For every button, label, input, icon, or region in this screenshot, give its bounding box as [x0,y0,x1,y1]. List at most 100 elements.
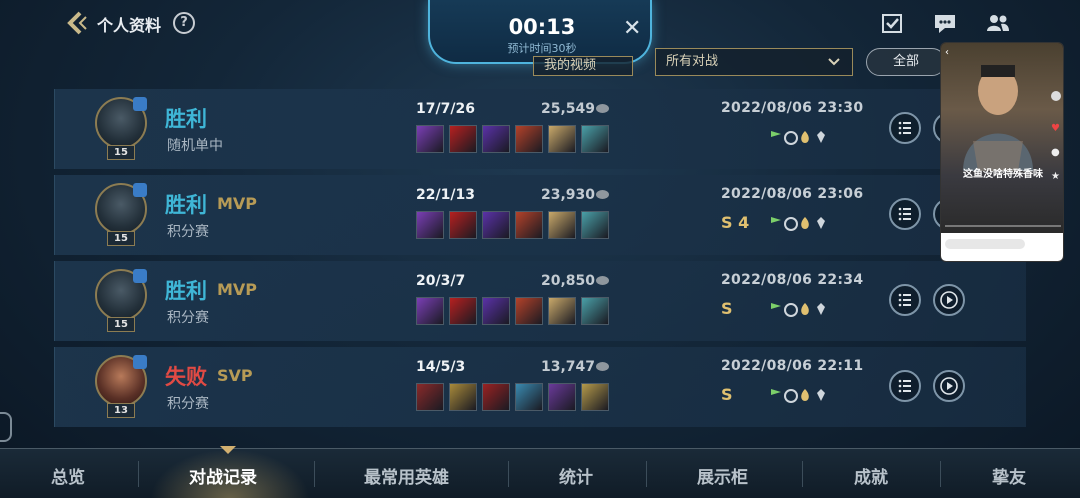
gold-earned: 23,930 [541,187,596,203]
tab-most-used-heroes[interactable]: 最常用英雄 [364,463,449,488]
equipment-item-icon[interactable] [482,383,510,411]
all-filter-button[interactable]: 全部 [866,48,946,76]
match-date: 2022/08/06 22:34 [721,272,864,288]
match-row[interactable]: 15 胜利 MVP 积分赛 22/1/13 23,930 2022/08/06 … [54,175,1026,255]
tab-showcase[interactable]: 展示柜 [697,463,748,488]
equipment-item-icon[interactable] [416,211,444,239]
honor-icons [771,217,825,231]
game-mode: 积分赛 [167,396,209,412]
my-video-button[interactable]: 我的视频 [533,56,633,76]
play-icon [940,291,958,309]
replay-button[interactable] [933,370,965,402]
list-icon [898,121,911,135]
timer-estimate: 预计时间30秒 [507,42,577,55]
hero-level: 15 [107,317,135,332]
my-video-label: 我的视频 [544,58,597,73]
gold-earned: 20,850 [541,273,596,289]
match-details-button[interactable] [889,370,921,402]
gold-earned: 25,549 [541,101,596,117]
equipment-item-icon[interactable] [548,211,576,239]
party-badge-icon [133,269,147,283]
comment-icon[interactable]: ● [1051,147,1060,158]
match-details-button[interactable] [889,198,921,230]
gold-earned: 13,747 [541,359,596,375]
active-tab-marker [220,446,236,454]
honor-icons [771,131,825,145]
equipment-item-icon[interactable] [548,125,576,153]
match-row[interactable]: 15 胜利 MVP 积分赛 20/3/7 20,850 2022/08/06 2… [54,261,1026,341]
equipment-item-icon[interactable] [581,125,609,153]
page-title: 个人资料 [97,16,162,35]
tab-divider [508,461,509,487]
equipment-item-icon[interactable] [482,211,510,239]
floating-video-panel[interactable]: ‹ ♥ ● ★ 这鱼没啥特殊香味 [940,42,1064,262]
equipment-item-icon[interactable] [449,297,477,325]
equipment-item-icon[interactable] [449,383,477,411]
close-timer-button[interactable]: ✕ [623,16,641,41]
battle-type-dropdown[interactable]: 所有对战 [655,48,853,76]
equipment-item-icon[interactable] [416,125,444,153]
comment-input[interactable] [945,239,1025,249]
honor-badges: S 4 [721,213,825,233]
game-mode: 积分赛 [167,224,209,240]
tab-overview[interactable]: 总览 [51,463,85,488]
equipment-item-icon[interactable] [581,383,609,411]
help-icon[interactable]: ? [173,12,195,34]
party-badge-icon [133,183,147,197]
gold-coin-icon [596,104,609,113]
equipment-item-icon[interactable] [482,125,510,153]
equipment-item-icon[interactable] [515,383,543,411]
gold-coin-icon [596,190,609,199]
tab-battle-record[interactable]: 对战记录 [189,463,257,488]
chat-icon[interactable] [933,12,957,34]
hero-level: 15 [107,231,135,246]
game-mode: 随机单中 [167,138,223,154]
honor-icons [771,303,825,317]
match-details-button[interactable] [889,112,921,144]
mvp-badge: MVP [217,194,258,213]
back-icon[interactable]: ‹ [945,47,949,58]
equipment-item-icon[interactable] [482,297,510,325]
equipment-item-icon[interactable] [548,383,576,411]
honor-badges: S [721,299,825,319]
match-result: 胜利 [165,279,207,303]
like-icon[interactable]: ♥ [1051,123,1060,134]
equipment-item-icon[interactable] [416,297,444,325]
equipment-item-icon[interactable] [449,211,477,239]
party-badge-icon [133,97,147,111]
video-progress[interactable] [945,225,1061,227]
honor-text: S [721,299,733,318]
equipment-item-icon[interactable] [416,383,444,411]
task-icon[interactable] [880,12,904,34]
tab-divider [646,461,647,487]
friends-icon[interactable] [986,12,1010,34]
tab-statistics[interactable]: 统计 [559,463,593,488]
tab-achievements[interactable]: 成就 [854,463,888,488]
honor-text: S 4 [721,213,750,232]
equipment-item-icon[interactable] [515,211,543,239]
tab-best-friends[interactable]: 挚友 [992,463,1026,488]
match-row[interactable]: 15 胜利 随机单中 17/7/26 25,549 2022/08/06 23:… [54,89,1026,169]
tab-divider [802,461,803,487]
match-row[interactable]: 13 失败 SVP 积分赛 14/5/3 13,747 2022/08/06 2… [54,347,1026,427]
replay-button[interactable] [933,284,965,316]
tab-divider [138,461,139,487]
hero-level: 15 [107,145,135,160]
timer-value: 00:13 [508,15,576,39]
gold-coin-icon [596,276,609,285]
match-details-button[interactable] [889,284,921,316]
equipment-item-icon[interactable] [581,211,609,239]
equipment-item-icon[interactable] [449,125,477,153]
side-handle[interactable] [0,412,12,442]
tab-divider [940,461,941,487]
list-icon [898,207,911,221]
game-mode: 积分赛 [167,310,209,326]
equipment-item-icon[interactable] [515,297,543,325]
person-image [963,65,1033,171]
video-caption: 这鱼没啥特殊香味 [963,169,1043,180]
equipment-item-icon[interactable] [515,125,543,153]
equipment-item-icon[interactable] [548,297,576,325]
back-arrow-icon[interactable] [64,10,90,36]
play-icon [940,377,958,395]
equipment-item-icon[interactable] [581,297,609,325]
